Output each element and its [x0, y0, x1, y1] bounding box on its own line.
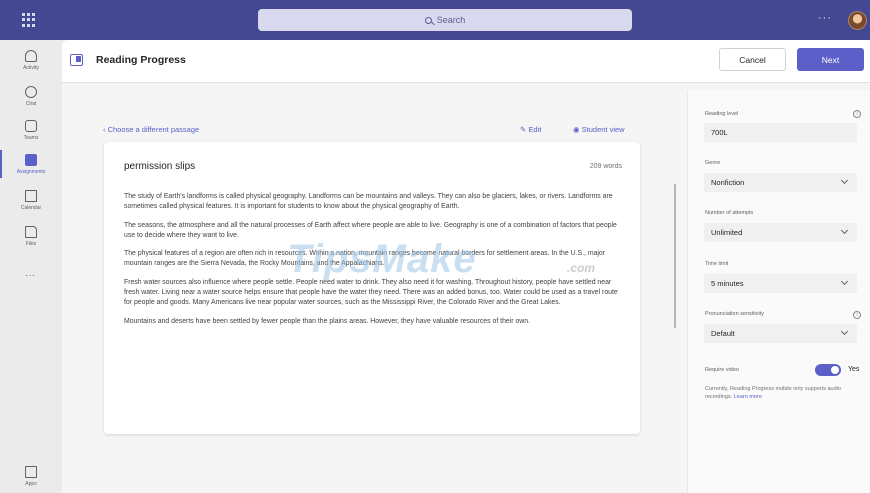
pronunciation-label: Pronunciation sensitivity: [705, 311, 765, 317]
next-button[interactable]: Next: [797, 48, 864, 71]
edit-label: Edit: [528, 125, 542, 134]
top-bar: Search ···: [0, 0, 870, 40]
rail-item-label: Activity: [23, 65, 39, 71]
passage-card: permission slips 209 words The study of …: [104, 142, 676, 434]
app-launcher-icon[interactable]: [22, 13, 38, 27]
genre-dropdown[interactable]: Nonfiction: [704, 173, 857, 192]
learn-more-link[interactable]: Learn more: [734, 394, 762, 400]
rail-item-files[interactable]: Files: [0, 224, 62, 260]
choose-different-passage-link[interactable]: ‹ Choose a different passage: [103, 125, 199, 134]
watermark-suffix: .com: [567, 261, 596, 275]
more-options-icon[interactable]: ···: [818, 12, 832, 24]
attempts-dropdown[interactable]: Unlimited: [704, 223, 857, 242]
info-icon[interactable]: i: [853, 110, 861, 118]
files-icon: [25, 226, 37, 238]
rail-item-label: Chat: [25, 101, 37, 107]
rail-item-label: Apps: [25, 481, 37, 487]
require-video-toggle[interactable]: [815, 364, 841, 376]
require-video-state: Yes: [848, 366, 860, 373]
time-limit-label: Time limit: [705, 261, 729, 267]
rail-item-chat[interactable]: Chat: [0, 84, 62, 120]
page-title: Reading Progress: [96, 54, 186, 66]
chevron-down-icon: [840, 277, 849, 286]
mobile-note: Currently, Reading Progress mobile only …: [705, 385, 845, 401]
pronunciation-value: Default: [711, 329, 735, 338]
teams-icon: [25, 120, 37, 132]
genre-label: Genre: [705, 160, 721, 166]
rail-item-label: Calendar: [20, 205, 42, 211]
passage-paragraph: Mountains and deserts have been settled …: [124, 317, 531, 325]
rail-item-calendar[interactable]: Calendar: [0, 188, 62, 224]
reading-level-label: Reading level: [705, 111, 739, 117]
rail-item-assignments[interactable]: Assignments: [0, 152, 62, 188]
info-icon[interactable]: i: [853, 311, 861, 319]
app-rail: Activity Chat Teams Assignments Calendar…: [0, 40, 62, 493]
rail-item-apps[interactable]: Apps: [0, 464, 62, 493]
search-placeholder: Search: [436, 15, 466, 25]
chat-icon: [25, 86, 37, 98]
pronunciation-dropdown[interactable]: Default: [704, 324, 857, 343]
genre-value: Nonfiction: [711, 178, 745, 187]
watermark: TipsMake: [287, 237, 477, 281]
rail-item-teams[interactable]: Teams: [0, 118, 62, 154]
more-apps-icon[interactable]: ···: [25, 270, 35, 281]
passage-title: permission slips: [124, 161, 196, 172]
calendar-icon: [25, 190, 37, 202]
reading-progress-icon: [70, 54, 83, 66]
time-limit-dropdown[interactable]: 5 minutes: [704, 274, 857, 293]
chevron-down-icon: [840, 226, 849, 235]
student-view-button[interactable]: ◉ Student view: [573, 125, 625, 134]
require-video-label: Require video: [705, 367, 739, 373]
rail-item-label: Files: [25, 241, 37, 247]
assignments-icon: [25, 154, 37, 166]
search-box[interactable]: Search: [258, 9, 632, 31]
page-header: Reading Progress Cancel Next: [62, 40, 870, 83]
avatar[interactable]: [848, 11, 867, 30]
passage-paragraph: Fresh water sources also influence where…: [124, 278, 618, 307]
eye-icon: ◉: [573, 125, 582, 134]
bell-icon: [25, 50, 37, 62]
student-view-label: Student view: [581, 125, 625, 134]
cancel-button[interactable]: Cancel: [719, 48, 786, 71]
chevron-down-icon: [840, 176, 849, 185]
passage-paragraph: The study of Earth's landforms is called…: [124, 193, 613, 211]
word-count: 209 words: [589, 163, 622, 170]
attempts-label: Number of attempts: [705, 210, 754, 216]
apps-icon: [25, 466, 37, 478]
passage-scrollbar[interactable]: [674, 184, 676, 328]
search-icon: [424, 16, 432, 24]
attempts-value: Unlimited: [711, 228, 743, 237]
chevron-down-icon: [840, 327, 849, 336]
reading-level-field[interactable]: 700L: [704, 123, 857, 142]
time-limit-value: 5 minutes: [711, 279, 744, 288]
note-text: Currently, Reading Progress mobile only …: [705, 386, 841, 400]
edit-button[interactable]: ✎ Edit: [520, 125, 541, 134]
rail-item-label: Assignments: [16, 169, 46, 175]
rail-item-label: Teams: [23, 135, 39, 141]
rail-item-activity[interactable]: Activity: [0, 48, 62, 84]
back-link-label: Choose a different passage: [107, 125, 200, 134]
settings-pane: Reading level i 700L Genre Nonfiction Nu…: [687, 90, 870, 493]
